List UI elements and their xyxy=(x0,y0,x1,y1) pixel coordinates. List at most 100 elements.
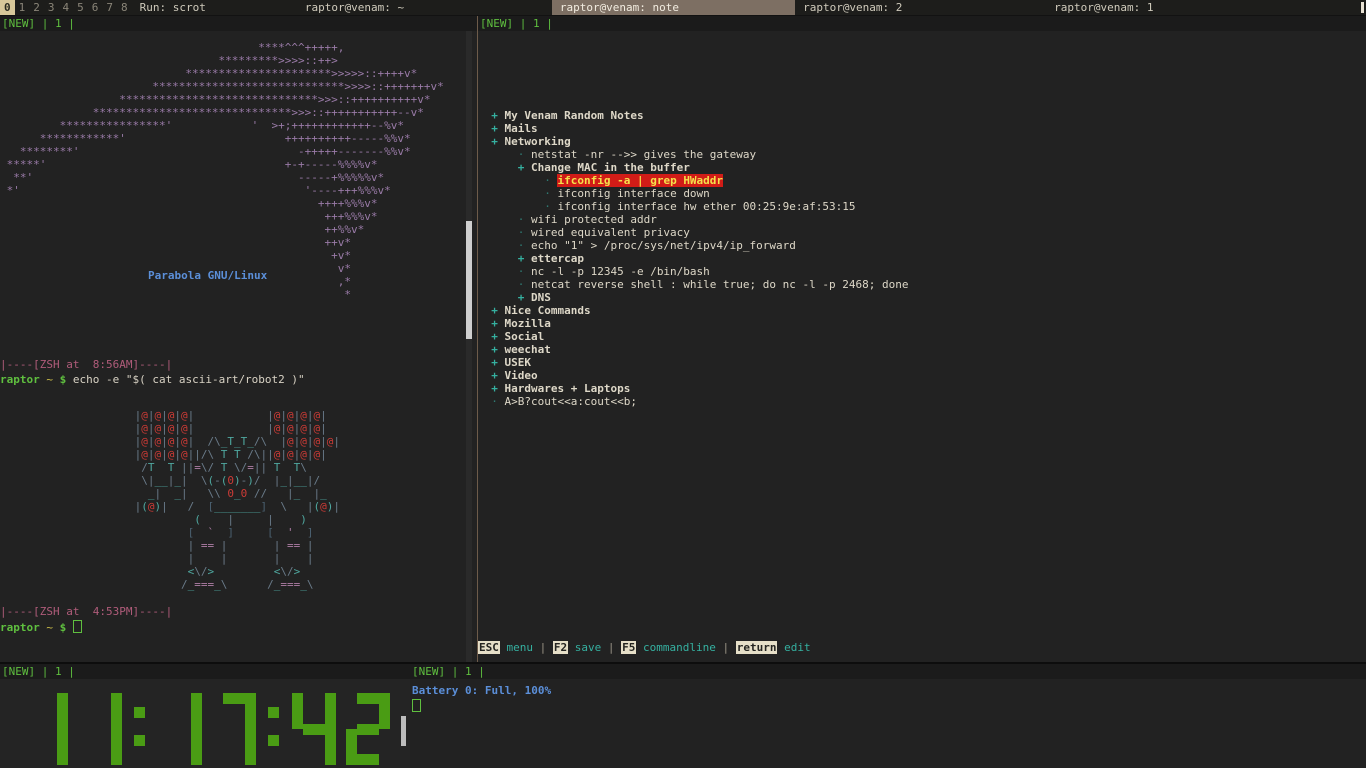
note-item[interactable]: · netcat reverse shell : while true; do … xyxy=(478,278,1366,291)
expand-marker-icon[interactable]: + xyxy=(478,291,525,304)
tag-5[interactable]: 5 xyxy=(73,0,88,15)
zsh-prompt-line-1: raptor ~ $ echo -e "$( cat ascii-art/rob… xyxy=(0,373,305,386)
expand-marker-icon[interactable]: + xyxy=(478,252,525,265)
note-key-label-menu: menu xyxy=(499,641,540,654)
note-item-label: ifconfig interface down xyxy=(557,187,710,200)
note-item[interactable]: + ettercap xyxy=(478,252,1366,265)
run-field[interactable]: Run: scrot scrotinq.png xyxy=(132,0,297,29)
note-item[interactable]: · wifi protected addr xyxy=(478,213,1366,226)
note-pane[interactable]: [NEW] | 1 | + My Venam Random Notes + Ma… xyxy=(478,16,1366,662)
note-item[interactable]: · ifconfig -a | grep HWaddr xyxy=(478,174,1366,187)
clock-colon-dot xyxy=(134,735,145,746)
note-item-label: USEK xyxy=(504,356,532,369)
window-title-2[interactable]: raptor@venam: 2 xyxy=(795,0,1047,15)
battery-prompt-line[interactable] xyxy=(410,699,1366,713)
note-item[interactable]: + Change MAC in the buffer xyxy=(478,161,1366,174)
clock-pane[interactable]: [NEW] | 1 | xyxy=(0,664,410,768)
note-item[interactable]: · netstat -nr -->> gives the gateway xyxy=(478,148,1366,161)
tag-4[interactable]: 4 xyxy=(59,0,74,15)
expand-marker-icon[interactable]: + xyxy=(478,109,498,122)
note-gap xyxy=(498,122,505,135)
note-item[interactable]: + Networking xyxy=(478,135,1366,148)
bullet-marker-icon[interactable]: · xyxy=(478,213,525,226)
note-item[interactable]: · A>B?cout<<a:cout<<b; xyxy=(478,395,1366,408)
note-item[interactable]: + Mails xyxy=(478,122,1366,135)
clock-segment xyxy=(111,729,122,765)
bullet-marker-icon[interactable]: · xyxy=(478,395,498,408)
note-item[interactable]: + Social xyxy=(478,330,1366,343)
clock-colon-dot xyxy=(134,707,145,718)
note-item[interactable]: + DNS xyxy=(478,291,1366,304)
note-key-save[interactable]: F2 xyxy=(552,641,569,654)
note-item[interactable]: + weechat xyxy=(478,343,1366,356)
bullet-marker-icon[interactable]: · xyxy=(478,278,525,291)
expand-marker-icon[interactable]: + xyxy=(478,304,498,317)
bullet-marker-icon[interactable]: · xyxy=(478,187,551,200)
note-key-commandline[interactable]: F5 xyxy=(621,641,637,654)
terminal-output[interactable]: ****^^^+++++, *********>>>>::++> *******… xyxy=(0,31,478,662)
bullet-marker-icon[interactable]: · xyxy=(478,265,525,278)
expand-marker-icon[interactable]: + xyxy=(478,135,498,148)
terminal-scrollbar-track[interactable] xyxy=(466,31,472,662)
battery-pane[interactable]: [NEW] | 1 | Battery 0: Full, 100% xyxy=(410,664,1366,768)
note-item[interactable]: + Nice Commands xyxy=(478,304,1366,317)
tag-0[interactable]: 0 xyxy=(0,0,15,15)
note-item[interactable]: + My Venam Random Notes xyxy=(478,109,1366,122)
expand-marker-icon[interactable]: + xyxy=(478,356,498,369)
note-item[interactable]: + USEK xyxy=(478,356,1366,369)
tag-7[interactable]: 7 xyxy=(102,0,117,15)
note-item[interactable]: · wired equivalent privacy xyxy=(478,226,1366,239)
note-item[interactable]: · nc -l -p 12345 -e /bin/bash xyxy=(478,265,1366,278)
tag-3[interactable]: 3 xyxy=(44,0,59,15)
tag-1[interactable]: 1 xyxy=(15,0,30,15)
note-item[interactable]: · ifconfig interface hw ether 00:25:9e:a… xyxy=(478,200,1366,213)
bullet-marker-icon[interactable]: · xyxy=(478,200,551,213)
tag-6[interactable]: 6 xyxy=(88,0,103,15)
note-key-menu[interactable]: ESC xyxy=(478,641,500,654)
note-item[interactable]: · ifconfig interface down xyxy=(478,187,1366,200)
expand-marker-icon[interactable]: + xyxy=(478,343,498,356)
prompt-user-1: raptor xyxy=(0,373,40,386)
note-item-label: Hardwares + Laptops xyxy=(504,382,631,395)
prompt-path-1: ~ xyxy=(46,373,53,386)
terminal-cursor xyxy=(72,620,82,633)
note-item-label: Nice Commands xyxy=(504,304,591,317)
clock-segment xyxy=(57,729,68,765)
bullet-marker-icon[interactable]: · xyxy=(478,239,525,252)
note-item[interactable]: + Video xyxy=(478,369,1366,382)
layout-indicator[interactable] xyxy=(1356,0,1366,15)
expand-marker-icon[interactable]: + xyxy=(478,330,498,343)
window-title-3[interactable]: raptor@venam: 1 xyxy=(1046,0,1356,15)
bullet-marker-icon[interactable]: · xyxy=(478,174,551,187)
bullet-marker-icon[interactable]: · xyxy=(478,148,525,161)
zsh-prompt-line-2[interactable]: raptor ~ $ xyxy=(0,620,82,634)
window-title-1[interactable]: raptor@venam: note xyxy=(551,0,796,15)
note-key-edit[interactable]: return xyxy=(735,641,778,654)
clock-segment xyxy=(357,754,379,765)
battery-status-text: Battery 0: Full, 100% xyxy=(412,684,552,697)
expand-marker-icon[interactable]: + xyxy=(478,122,498,135)
note-gap xyxy=(498,382,505,395)
note-key-separator: | xyxy=(607,641,622,654)
bullet-marker-icon[interactable]: · xyxy=(478,226,525,239)
tag-8[interactable]: 8 xyxy=(117,0,132,15)
note-gap xyxy=(524,252,531,265)
tag-2[interactable]: 2 xyxy=(29,0,44,15)
expand-marker-icon[interactable]: + xyxy=(478,161,525,174)
note-gap xyxy=(498,356,505,369)
desktop-screen: 012345678 Run: scrot scrotinq.png raptor… xyxy=(0,0,1366,768)
note-item[interactable]: + Mozilla xyxy=(478,317,1366,330)
expand-marker-icon[interactable]: + xyxy=(478,317,498,330)
note-item-label: echo "1" > /proc/sys/net/ipv4/ip_forward xyxy=(530,239,796,252)
note-gap xyxy=(524,291,531,304)
expand-marker-icon[interactable]: + xyxy=(478,369,498,382)
note-item-label: netstat -nr -->> gives the gateway xyxy=(530,148,757,161)
note-outline[interactable]: + My Venam Random Notes + Mails + Networ… xyxy=(478,31,1366,662)
note-item[interactable]: · echo "1" > /proc/sys/net/ipv4/ip_forwa… xyxy=(478,239,1366,252)
terminal-pane[interactable]: [NEW] | 1 | ****^^^+++++, *********>>>>:… xyxy=(0,16,478,662)
expand-marker-icon[interactable]: + xyxy=(478,382,498,395)
terminal-scrollbar-thumb[interactable] xyxy=(466,221,472,339)
clock-segment xyxy=(379,693,390,729)
note-item[interactable]: + Hardwares + Laptops xyxy=(478,382,1366,395)
window-title-0[interactable]: raptor@venam: ~ xyxy=(296,0,552,15)
